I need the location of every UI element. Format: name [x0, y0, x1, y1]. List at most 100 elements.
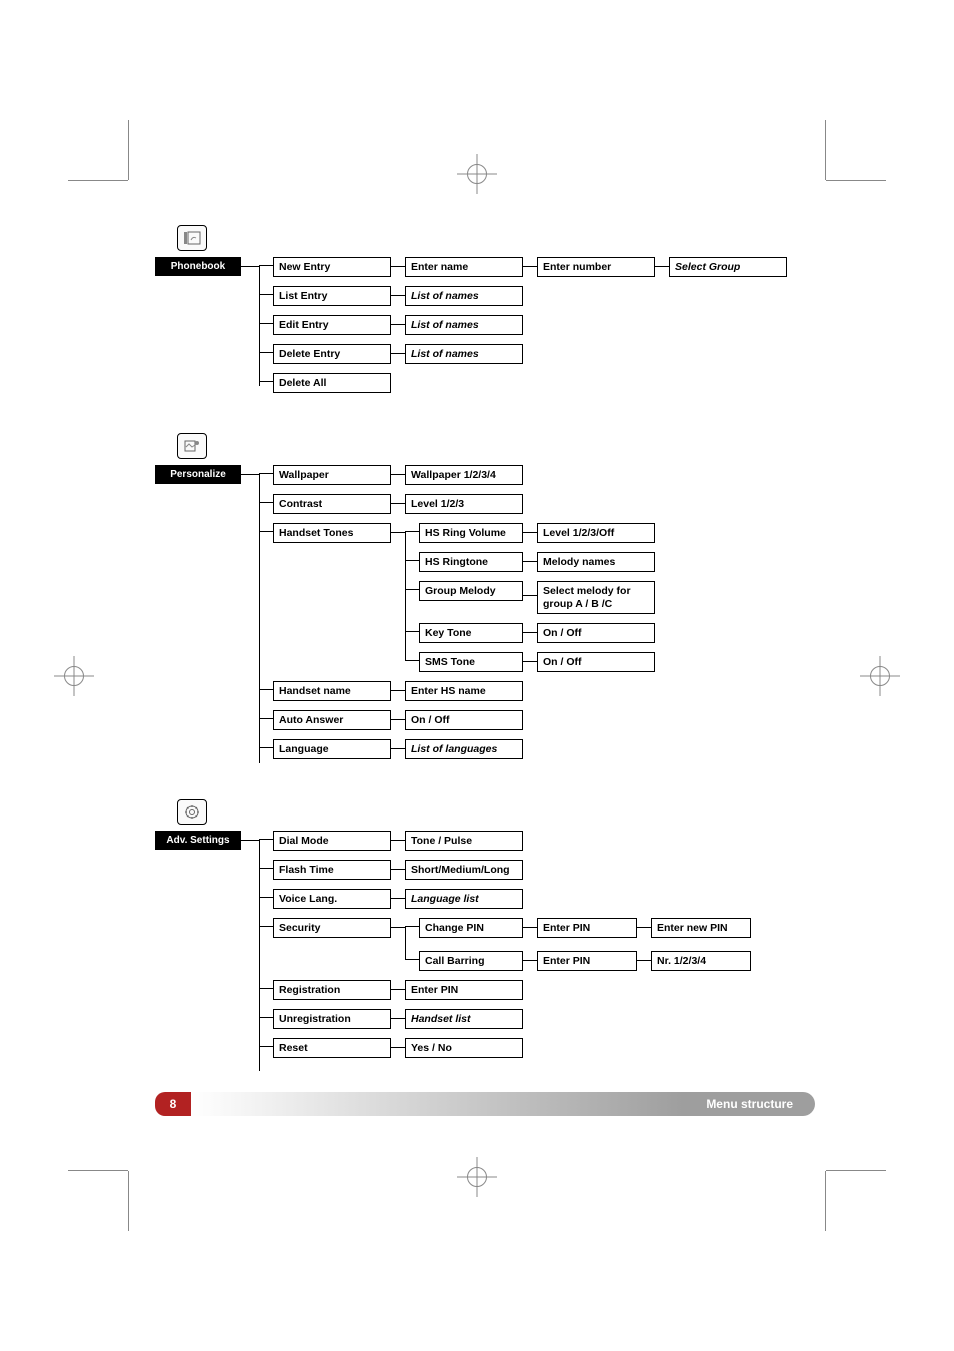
- connector: [259, 918, 273, 927]
- menu-node: Handset name: [273, 681, 391, 701]
- connector: [241, 266, 259, 267]
- connector: [391, 898, 405, 899]
- menu-node: On / Off: [405, 710, 523, 730]
- connector: [259, 523, 273, 532]
- connector: [391, 840, 405, 841]
- menu-node: Melody names: [537, 552, 655, 572]
- connector: [241, 474, 259, 475]
- menu-node: List of languages: [405, 739, 523, 759]
- connector: [259, 465, 273, 474]
- personalize-icon: [177, 433, 207, 459]
- connector: [405, 918, 419, 927]
- section-advsettings: Adv. Settings Dial Mode Tone / Pulse: [155, 799, 815, 1058]
- menu-node: Select Group: [669, 257, 787, 277]
- connector: [405, 552, 419, 561]
- menu-node: Wallpaper: [273, 465, 391, 485]
- connector: [259, 266, 260, 386]
- connector: [391, 295, 405, 296]
- menu-node: Select melody for group A / B /C: [537, 581, 655, 614]
- connector: [391, 989, 405, 990]
- connector: [391, 324, 405, 325]
- menu-node: Group Melody: [419, 581, 523, 601]
- connector: [259, 474, 260, 763]
- connector: [241, 840, 259, 841]
- connector: [405, 927, 406, 960]
- connector: [405, 523, 419, 532]
- connector: [523, 960, 537, 961]
- menu-node: List of names: [405, 344, 523, 364]
- menu-node: HS Ringtone: [419, 552, 523, 572]
- menu-node: Enter PIN: [405, 980, 523, 1000]
- menu-node: Key Tone: [419, 623, 523, 643]
- connector: [391, 266, 405, 267]
- menu-node: Enter HS name: [405, 681, 523, 701]
- registration-mark-icon: [463, 1163, 491, 1191]
- menu-node: SMS Tone: [419, 652, 523, 672]
- menu-node: HS Ring Volume: [419, 523, 523, 543]
- crop-mark: [128, 120, 129, 180]
- menu-node: On / Off: [537, 623, 655, 643]
- menu-node: Contrast: [273, 494, 391, 514]
- menu-node: Auto Answer: [273, 710, 391, 730]
- menu-node: Level 1/2/3/Off: [537, 523, 655, 543]
- connector: [259, 344, 273, 353]
- connector: [523, 532, 537, 533]
- menu-node: Yes / No: [405, 1038, 523, 1058]
- menu-node: Handset Tones: [273, 523, 391, 543]
- connector: [523, 266, 537, 267]
- page-footer: 8 Menu structure: [155, 1092, 815, 1116]
- root-advsettings: Adv. Settings: [155, 831, 241, 850]
- page-number: 8: [155, 1092, 191, 1116]
- connector: [391, 503, 405, 504]
- menu-node: Language list: [405, 889, 523, 909]
- connector: [259, 980, 273, 989]
- menu-node: Voice Lang.: [273, 889, 391, 909]
- connector: [523, 595, 537, 596]
- footer-title: Menu structure: [684, 1092, 815, 1116]
- phonebook-icon: [177, 225, 207, 251]
- menu-node: Reset: [273, 1038, 391, 1058]
- menu-node: Handset list: [405, 1009, 523, 1029]
- connector: [523, 561, 537, 562]
- connector: [637, 960, 651, 961]
- menu-node: Enter PIN: [537, 918, 637, 938]
- registration-mark-icon: [60, 662, 88, 690]
- connector: [259, 494, 273, 503]
- crop-mark: [68, 180, 128, 181]
- registration-mark-icon: [463, 160, 491, 188]
- connector: [391, 748, 405, 749]
- connector: [405, 951, 419, 960]
- menu-node: Delete All: [273, 373, 391, 393]
- menu-node: Dial Mode: [273, 831, 391, 851]
- root-phonebook: Phonebook: [155, 257, 241, 276]
- menu-node: Language: [273, 739, 391, 759]
- connector: [259, 739, 273, 748]
- footer-spacer: [191, 1092, 684, 1116]
- connector: [405, 652, 419, 661]
- menu-node: Short/Medium/Long: [405, 860, 523, 880]
- menu-node: List of names: [405, 315, 523, 335]
- crop-mark: [825, 120, 826, 180]
- registration-mark-icon: [866, 662, 894, 690]
- menu-node: On / Off: [537, 652, 655, 672]
- root-personalize: Personalize: [155, 465, 241, 484]
- menu-node: List of names: [405, 286, 523, 306]
- section-personalize: Personalize Wallpaper Wallpaper 1/2/3/4: [155, 433, 815, 759]
- crop-mark: [128, 1171, 129, 1231]
- connector: [637, 927, 651, 928]
- menu-node: Enter new PIN: [651, 918, 751, 938]
- connector: [391, 474, 405, 475]
- connector: [259, 1038, 273, 1047]
- connector: [259, 840, 260, 1071]
- menu-node: Registration: [273, 980, 391, 1000]
- connector: [523, 632, 537, 633]
- menu-node: Edit Entry: [273, 315, 391, 335]
- menu-node: Level 1/2/3: [405, 494, 523, 514]
- connector: [259, 860, 273, 869]
- connector: [259, 257, 273, 266]
- connector: [259, 710, 273, 719]
- connector: [391, 1018, 405, 1019]
- connector: [259, 315, 273, 324]
- menu-node: Delete Entry: [273, 344, 391, 364]
- connector: [391, 927, 405, 928]
